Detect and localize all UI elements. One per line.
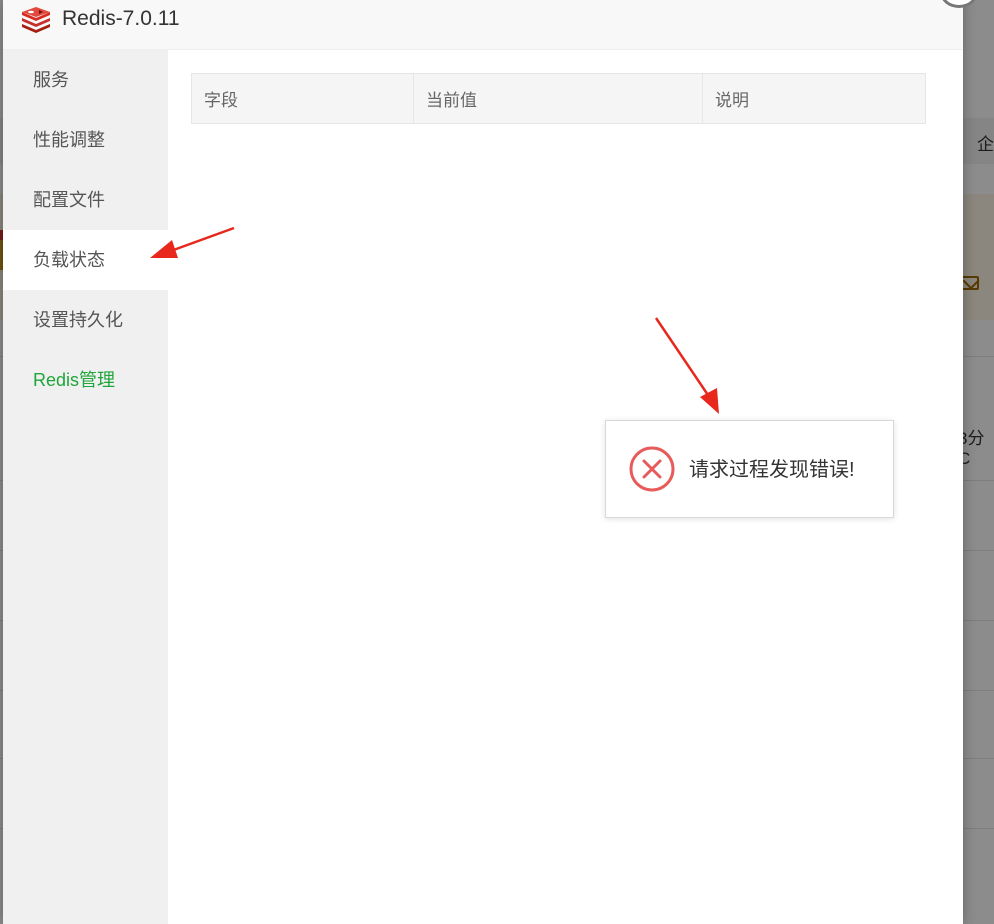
- annotation-arrows: [150, 226, 719, 414]
- arrow-to-error-toast-icon: [654, 317, 719, 414]
- arrow-to-load-status-icon: [150, 226, 235, 258]
